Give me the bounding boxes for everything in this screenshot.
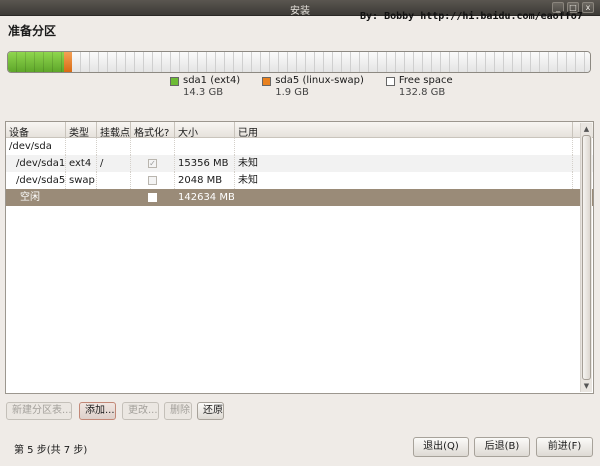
legend-size: 14.3 GB bbox=[183, 87, 224, 98]
cell-mount bbox=[97, 189, 131, 206]
legend-item-sda5: sda5 (linux-swap) 1.9 GB bbox=[262, 75, 364, 99]
cell-mount: / bbox=[97, 155, 131, 172]
add-partition-button[interactable]: 添加... bbox=[79, 402, 116, 420]
watermark-text: By: Bobby http://hi.baidu.com/eaoffo7 bbox=[360, 11, 583, 22]
partition-segment-free bbox=[72, 52, 590, 72]
column-header-size[interactable]: 大小 bbox=[175, 122, 235, 139]
scrollbar-thumb[interactable] bbox=[582, 135, 591, 380]
new-partition-table-button[interactable]: 新建分区表... bbox=[6, 402, 72, 420]
table-row[interactable]: /dev/sda bbox=[6, 138, 593, 155]
cell-size: 2048 MB bbox=[175, 172, 235, 189]
legend-swatch-sda1 bbox=[170, 77, 179, 86]
cell-format bbox=[131, 172, 175, 189]
cell-size: 142634 MB bbox=[178, 192, 235, 203]
column-header-format[interactable]: 格式化? bbox=[131, 122, 175, 139]
column-header-type[interactable]: 类型 bbox=[66, 122, 97, 139]
quit-button[interactable]: 退出(Q) bbox=[413, 437, 469, 457]
cell-format bbox=[131, 138, 175, 155]
cell-device: /dev/sda1 bbox=[6, 155, 66, 172]
forward-button[interactable]: 前进(F) bbox=[536, 437, 593, 457]
scroll-down-arrow-icon[interactable]: ▼ bbox=[581, 380, 592, 392]
partition-segment-sda5 bbox=[64, 52, 73, 72]
legend-name: sda5 (linux-swap) bbox=[275, 75, 364, 86]
column-header-device[interactable]: 设备 bbox=[6, 122, 66, 139]
cell-device: /dev/sda5 bbox=[6, 172, 66, 189]
cell-type bbox=[66, 189, 97, 206]
cell-used: 未知 bbox=[235, 172, 573, 189]
legend-size: 132.8 GB bbox=[398, 87, 446, 98]
cell-format: ✓ bbox=[131, 155, 175, 172]
table-row-selected[interactable]: 空闲 142634 MB bbox=[6, 189, 593, 206]
cell-device: 空闲 bbox=[20, 192, 40, 203]
legend-name: Free space bbox=[398, 75, 453, 86]
step-indicator: 第 5 步(共 7 步) bbox=[14, 445, 88, 456]
legend-swatch-sda5 bbox=[262, 77, 272, 86]
legend-swatch-free bbox=[385, 77, 395, 86]
legend-item-free: Free space 132.8 GB bbox=[385, 75, 453, 99]
page-title: 准备分区 bbox=[8, 24, 57, 38]
format-checkbox[interactable] bbox=[148, 192, 157, 202]
cell-mount bbox=[97, 172, 131, 189]
revert-button[interactable]: 还原 bbox=[197, 402, 224, 420]
cell-type: swap bbox=[66, 172, 97, 189]
partition-segment-sda1 bbox=[8, 52, 65, 72]
format-checkbox[interactable]: ✓ bbox=[148, 158, 157, 168]
cell-device: /dev/sda bbox=[6, 138, 66, 155]
cell-type bbox=[66, 138, 97, 155]
legend-item-sda1: sda1 (ext4) 14.3 GB bbox=[170, 75, 240, 99]
column-header-mount[interactable]: 挂载点 bbox=[97, 122, 131, 139]
format-checkbox[interactable] bbox=[148, 175, 157, 185]
scroll-up-arrow-icon[interactable]: ▲ bbox=[581, 123, 592, 135]
partition-legend: sda1 (ext4) 14.3 GB sda5 (linux-swap) 1.… bbox=[170, 75, 453, 99]
legend-size: 1.9 GB bbox=[275, 87, 309, 98]
close-button[interactable]: x bbox=[582, 2, 594, 13]
table-header: 设备 类型 挂载点 格式化? 大小 已用 bbox=[6, 122, 593, 139]
table-scrollbar[interactable]: ▲ ▼ bbox=[580, 123, 592, 392]
delete-partition-button[interactable]: 删除 bbox=[164, 402, 192, 420]
column-header-used[interactable]: 已用 bbox=[235, 122, 573, 139]
cell-used bbox=[235, 189, 573, 206]
cell-size bbox=[175, 138, 235, 155]
legend-name: sda1 (ext4) bbox=[183, 75, 241, 86]
cell-size: 15356 MB bbox=[175, 155, 235, 172]
cell-used bbox=[235, 138, 573, 155]
change-partition-button[interactable]: 更改... bbox=[122, 402, 159, 420]
cell-format bbox=[131, 189, 175, 206]
table-row[interactable]: /dev/sda1 ext4 / ✓ 15356 MB 未知 bbox=[6, 155, 593, 172]
partition-table: 设备 类型 挂载点 格式化? 大小 已用 /dev/sda /dev/sda1 … bbox=[5, 121, 594, 394]
table-row[interactable]: /dev/sda5 swap 2048 MB 未知 bbox=[6, 172, 593, 189]
back-button[interactable]: 后退(B) bbox=[474, 437, 530, 457]
cell-used: 未知 bbox=[235, 155, 573, 172]
cell-type: ext4 bbox=[66, 155, 97, 172]
partition-usage-bar bbox=[7, 51, 591, 73]
cell-mount bbox=[97, 138, 131, 155]
